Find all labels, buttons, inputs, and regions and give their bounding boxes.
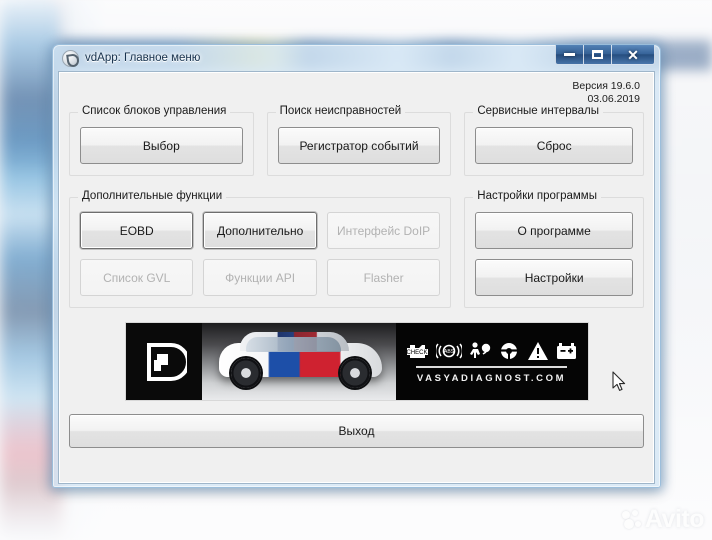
window-controls: ✕ xyxy=(555,45,655,66)
select-blocks-button[interactable]: Выбор xyxy=(80,127,243,164)
group-fault-search: Поиск неисправностей Регистратор событий xyxy=(266,105,452,176)
promo-banner[interactable]: CHECK ABS VASYADIAGNOST.COM xyxy=(125,323,588,400)
extra-functions-grid: EOBD Дополнительно Интерфейс DoIP Список… xyxy=(80,212,441,296)
minimize-icon xyxy=(564,53,575,56)
group-control-blocks: Список блоков управления Выбор xyxy=(69,105,254,176)
car-photo xyxy=(201,323,396,400)
group-title-program-settings: Настройки программы xyxy=(473,190,601,202)
svg-text:CHECK: CHECK xyxy=(406,350,427,356)
check-engine-icon: CHECK xyxy=(406,344,428,358)
window-title: vdApp: Главное меню xyxy=(85,52,201,64)
car-front-wheel xyxy=(230,357,261,388)
minimize-button[interactable] xyxy=(555,45,583,65)
battery-icon xyxy=(557,342,577,359)
svg-text:ABS: ABS xyxy=(444,349,455,355)
group-title-control-blocks: Список блоков управления xyxy=(78,105,231,117)
exit-button[interactable]: Выход xyxy=(69,414,644,448)
banner-url-text: VASYADIAGNOST.COM xyxy=(416,372,567,384)
groups-row-top: Список блоков управления Выбор Поиск неи… xyxy=(69,105,644,176)
close-icon: ✕ xyxy=(627,46,639,63)
program-settings-stack: О программе Настройки xyxy=(475,212,633,296)
diagnostic-icon-row: CHECK ABS xyxy=(404,341,580,361)
client-area: Версия 19.6.0 03.06.2019 Список блоков у… xyxy=(58,71,655,484)
close-button[interactable]: ✕ xyxy=(611,45,655,65)
diagnostic-icons: CHECK ABS VASYADIAGNOST.COM xyxy=(395,323,588,400)
doip-interface-button: Интерфейс DoIP xyxy=(326,212,441,249)
settings-button[interactable]: Настройки xyxy=(475,259,633,296)
screen: vdApp: Главное меню ✕ Версия 19.6.0 03.0… xyxy=(0,0,712,540)
group-extra-functions: Дополнительные функции EOBD Дополнительн… xyxy=(69,190,452,308)
gvl-list-button: Список GVL xyxy=(80,259,194,296)
app-window: vdApp: Главное меню ✕ Версия 19.6.0 03.0… xyxy=(52,44,661,488)
vasyadiagnost-logo-icon xyxy=(125,323,202,400)
abs-icon: ABS xyxy=(436,343,463,358)
eobd-button[interactable]: EOBD xyxy=(80,212,194,249)
group-title-extra-functions: Дополнительные функции xyxy=(78,190,227,202)
reset-service-button[interactable]: Сброс xyxy=(475,127,633,164)
airbag-icon xyxy=(470,341,491,358)
title-bar[interactable]: vdApp: Главное меню ✕ xyxy=(58,45,655,71)
maximize-button[interactable] xyxy=(583,45,611,65)
avito-watermark: Avito xyxy=(621,505,705,533)
about-program-button[interactable]: О программе xyxy=(475,212,633,249)
avito-label: Avito xyxy=(644,505,705,533)
group-program-settings: Настройки программы О программе Настройк… xyxy=(464,190,644,308)
app-logo-icon xyxy=(62,49,79,67)
api-functions-button: Функции API xyxy=(203,259,317,296)
version-info: Версия 19.6.0 03.06.2019 xyxy=(572,80,640,106)
groups-row-bottom: Дополнительные функции EOBD Дополнительн… xyxy=(69,190,644,308)
footer: Выход xyxy=(69,414,644,448)
avito-dots-icon xyxy=(621,510,641,529)
car-window xyxy=(246,336,342,353)
banner-divider xyxy=(415,365,568,368)
car-rear-wheel xyxy=(340,357,371,388)
group-title-fault-search: Поиск неисправностей xyxy=(275,105,406,117)
group-service-intervals: Сервисные интервалы Сброс xyxy=(464,105,644,176)
warning-triangle-icon xyxy=(527,341,548,360)
additional-button[interactable]: Дополнительно xyxy=(203,212,317,249)
maximize-icon xyxy=(592,50,603,59)
version-text: Версия 19.6.0 xyxy=(572,80,640,92)
flasher-button: Flasher xyxy=(326,259,441,296)
group-title-service-intervals: Сервисные интервалы xyxy=(473,105,603,117)
steering-wheel-icon xyxy=(499,342,518,359)
event-logger-button[interactable]: Регистратор событий xyxy=(277,127,441,164)
